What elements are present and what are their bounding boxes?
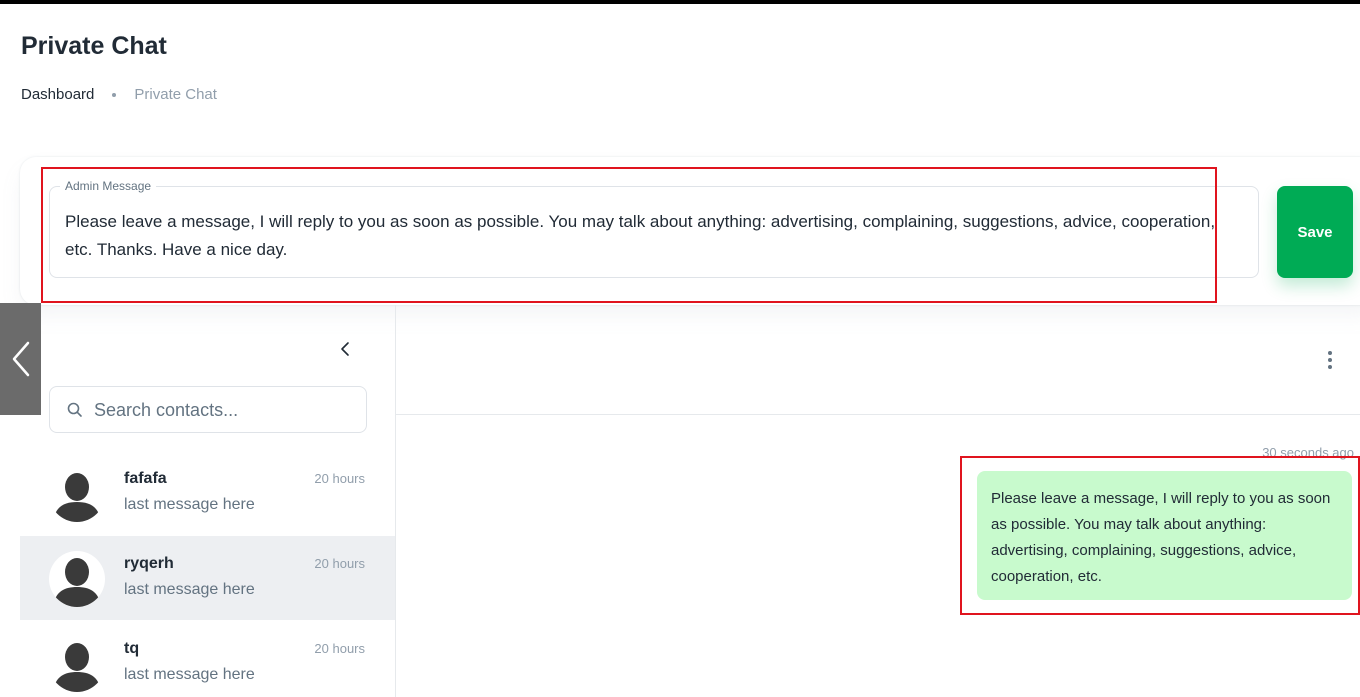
avatar-placeholder-icon: [53, 643, 101, 692]
contact-last-message: last message here: [124, 666, 255, 683]
search-box: [49, 386, 367, 433]
contact-item[interactable]: fafafa last message here 20 hours: [20, 451, 395, 535]
contact-last-message: last message here: [124, 496, 255, 513]
contact-name: tq: [124, 640, 140, 657]
breadcrumb-current: Private Chat: [134, 86, 217, 103]
avatar: [49, 551, 105, 607]
more-options-button[interactable]: [1318, 348, 1342, 372]
contact-time: 20 hours: [314, 641, 365, 656]
contact-name: ryqerh: [124, 555, 174, 572]
contact-item[interactable]: ryqerh last message here 20 hours: [20, 536, 395, 620]
contact-item[interactable]: tq last message here 20 hours: [20, 621, 395, 697]
collapse-sidebar-button[interactable]: [333, 337, 357, 361]
contact-time: 20 hours: [314, 471, 365, 486]
contact-name: fafafa: [124, 470, 167, 487]
avatar-placeholder-icon: [53, 473, 101, 522]
breadcrumb: Dashboard Private Chat: [21, 86, 217, 103]
avatar-placeholder-icon: [53, 558, 101, 607]
chat-header: [396, 305, 1360, 415]
avatar: [49, 636, 105, 692]
search-icon: [67, 402, 82, 417]
breadcrumb-dashboard[interactable]: Dashboard: [21, 86, 94, 103]
breadcrumb-separator: [112, 92, 117, 97]
avatar: [49, 466, 105, 522]
search-input[interactable]: [94, 397, 354, 423]
save-button[interactable]: Save: [1277, 186, 1353, 278]
more-vertical-icon: [1328, 351, 1332, 369]
highlight-box-admin-message: [41, 167, 1217, 303]
collapse-icon: [341, 342, 349, 356]
top-bar: [0, 0, 1360, 4]
contact-last-message: last message here: [124, 581, 255, 598]
contact-time: 20 hours: [314, 556, 365, 571]
highlight-box-chat-message: [960, 456, 1360, 615]
page-title: Private Chat: [21, 32, 167, 60]
